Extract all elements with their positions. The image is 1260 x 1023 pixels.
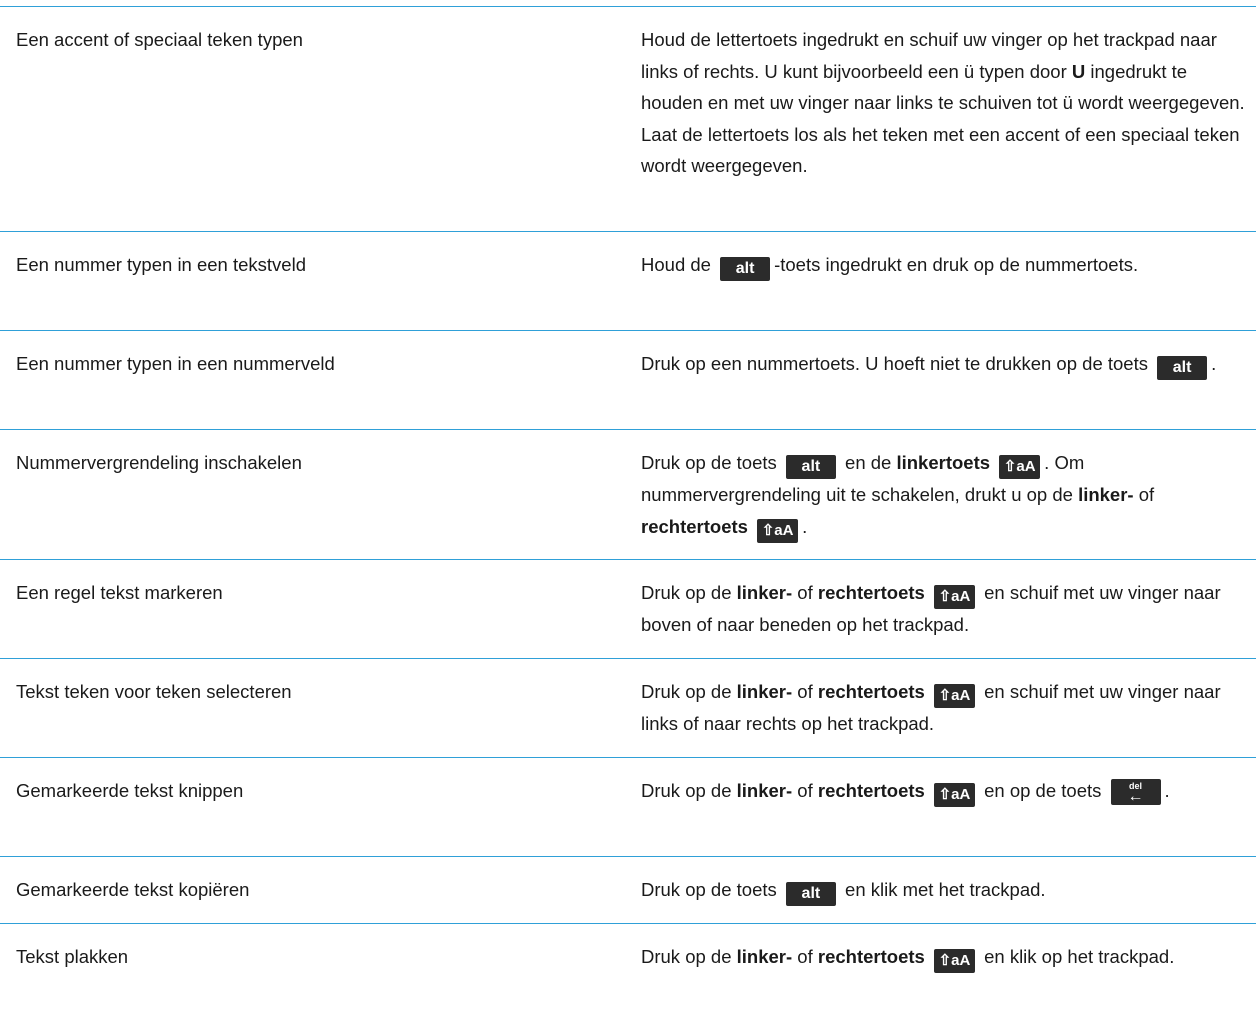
table-row: Gemarkeerde tekst kopiëren Druk op de to…: [0, 856, 1256, 923]
shortcut-table: Een accent of speciaal teken typen Houd …: [0, 6, 1256, 1023]
action-label: Gemarkeerde tekst knippen: [16, 780, 244, 801]
action-description: Druk op de linker- of rechtertoets ⇧aA e…: [641, 681, 1221, 734]
action-label: Tekst plakken: [16, 946, 129, 967]
shift-key-icon: ⇧aA: [933, 585, 975, 609]
shift-key-icon: ⇧aA: [999, 455, 1041, 479]
table-row: Tekst teken voor teken selecteren Druk o…: [0, 658, 1256, 757]
action-description: Druk op de linker- of rechtertoets ⇧aA e…: [641, 941, 1246, 973]
action-label: Gemarkeerde tekst kopiëren: [16, 879, 250, 900]
table-row: Een regel tekst markeren Druk op de link…: [0, 559, 1256, 658]
alt-key-icon: alt: [720, 257, 771, 281]
action-label: Een nummer typen in een tekstveld: [16, 254, 306, 275]
table-row: Tekst plakken Druk op de linker- of rech…: [0, 923, 1256, 1023]
action-description: Druk op de toets alt en klik met het tra…: [641, 874, 1246, 906]
alt-key-icon: alt: [1157, 356, 1208, 380]
table-row: Nummervergrendeling inschakelen Druk op …: [0, 429, 1256, 559]
table-row: Een nummer typen in een nummerveld Druk …: [0, 330, 1256, 429]
action-label: Een accent of speciaal teken typen: [16, 29, 303, 50]
action-description: Houd de lettertoets ingedrukt en schuif …: [641, 29, 1245, 176]
action-description: Druk op de toets alt en de linkertoets ⇧…: [641, 447, 1246, 543]
table-row: Gemarkeerde tekst knippen Druk op de lin…: [0, 757, 1256, 856]
alt-key-icon: alt: [785, 882, 836, 906]
action-description: Houd de alt -toets ingedrukt en druk op d…: [641, 249, 1246, 281]
action-label: Nummervergrendeling inschakelen: [16, 452, 302, 473]
action-label: Tekst teken voor teken selecteren: [16, 681, 292, 702]
action-label: Een regel tekst markeren: [16, 582, 223, 603]
action-description: Druk op een nummertoets. U hoeft niet te…: [641, 348, 1246, 380]
action-description: Druk op de linker- of rechtertoets ⇧aA e…: [641, 779, 1170, 807]
delete-key-icon: del ←: [1110, 779, 1161, 805]
table-row: Een nummer typen in een tekstveld Houd d…: [0, 231, 1256, 330]
shift-key-icon: ⇧aA: [933, 684, 975, 708]
alt-key-icon: alt: [785, 455, 836, 479]
table-row: Een accent of speciaal teken typen Houd …: [0, 6, 1256, 231]
shift-key-icon: ⇧aA: [933, 949, 975, 973]
action-description: Druk op de linker- of rechtertoets ⇧aA e…: [641, 582, 1221, 635]
action-label: Een nummer typen in een nummerveld: [16, 353, 335, 374]
shift-key-icon: ⇧aA: [933, 783, 975, 807]
shift-key-icon: ⇧aA: [757, 518, 799, 543]
